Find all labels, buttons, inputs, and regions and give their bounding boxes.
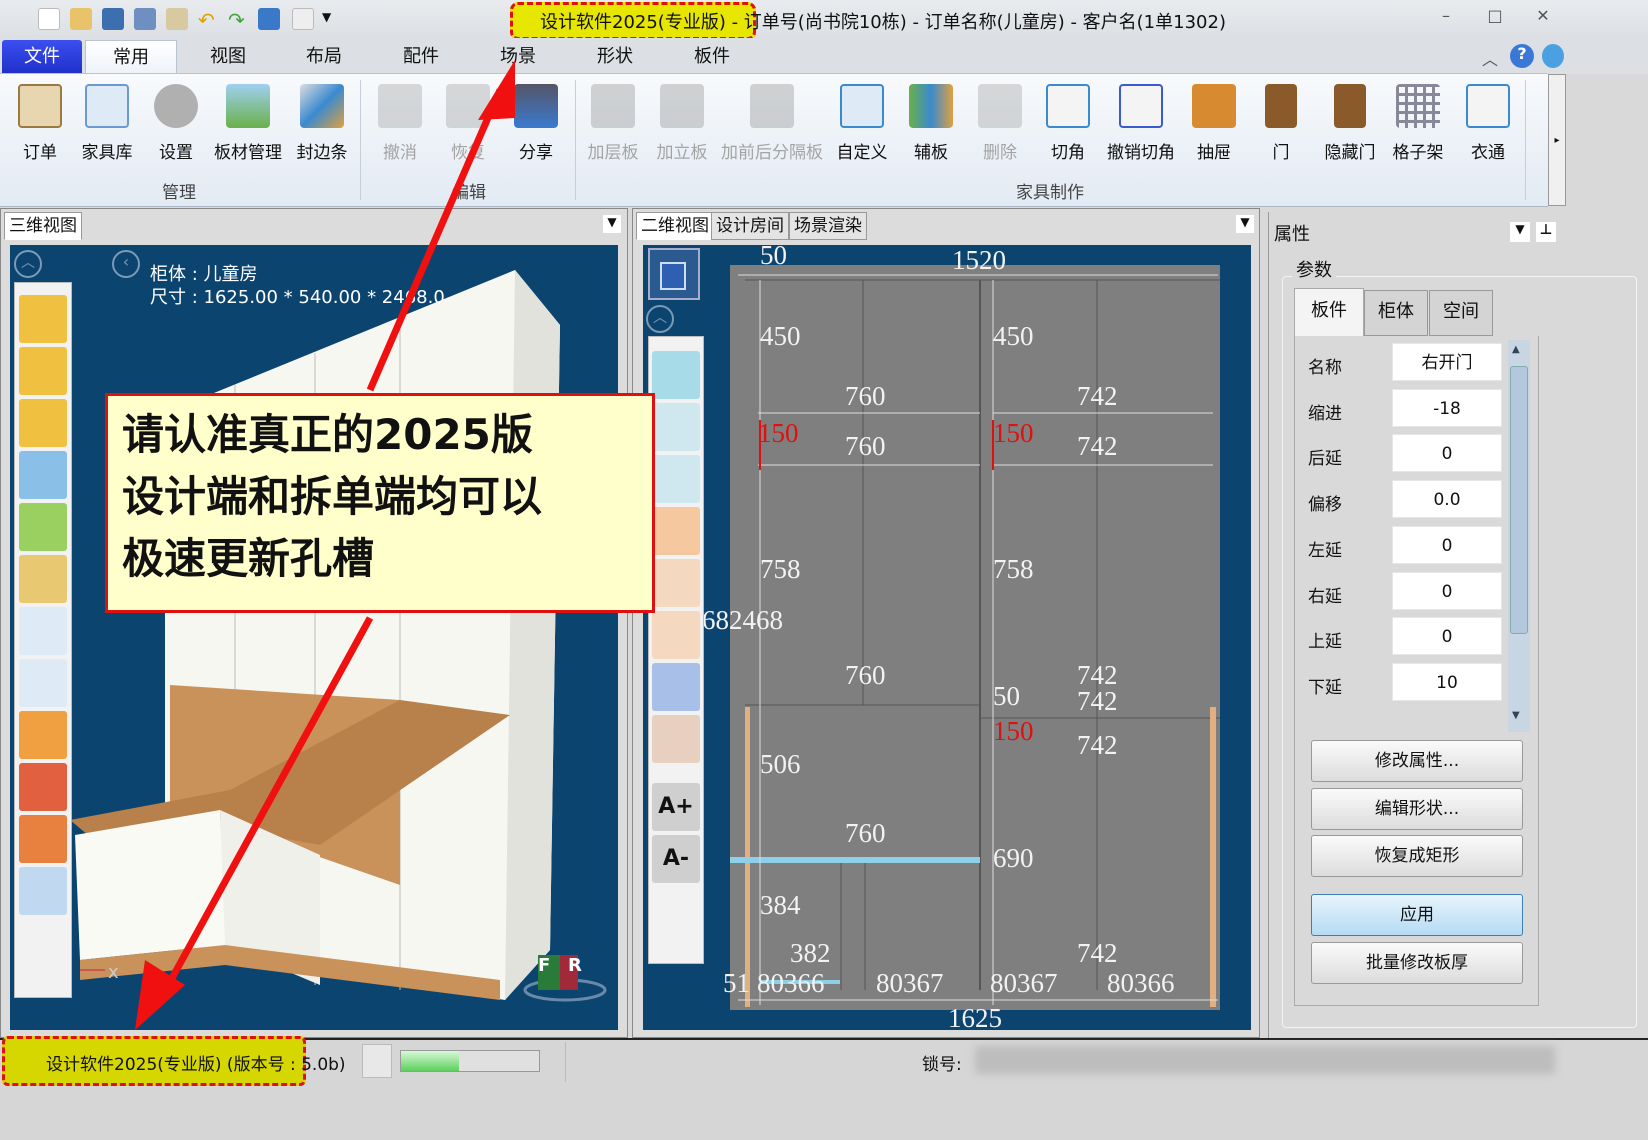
callout-note: 请认准真正的2025版 设计端和拆单端均可以 极速更新孔槽 xyxy=(105,393,655,613)
arrow-to-title xyxy=(366,88,504,392)
arrow-head-up xyxy=(478,60,515,120)
callout-line: 请认准真正的2025版 xyxy=(122,410,533,459)
arrow-to-status xyxy=(156,616,374,1002)
callout-line: 设计端和拆单端均可以 xyxy=(122,472,543,521)
callout-line: 极速更新孔槽 xyxy=(122,534,375,583)
